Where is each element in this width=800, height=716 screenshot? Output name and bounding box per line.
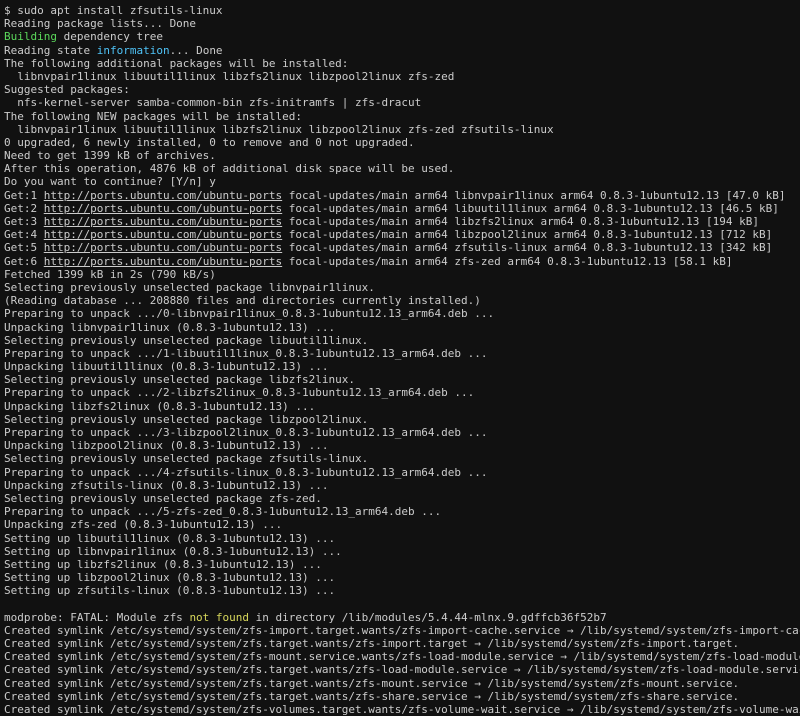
line: 0 upgraded, 6 newly installed, 0 to remo…: [4, 136, 415, 149]
line: Created symlink /etc/systemd/system/zfs-…: [4, 650, 800, 663]
line: Selecting previously unselected package …: [4, 492, 322, 505]
line: libnvpair1linux libuutil1linux libzfs2li…: [4, 123, 554, 136]
line: Get:1: [4, 189, 44, 202]
line: modprobe: FATAL: Module zfs: [4, 611, 189, 624]
url: http://ports.ubuntu.com/ubuntu-ports: [44, 202, 282, 215]
line: The following NEW packages will be insta…: [4, 110, 302, 123]
line: Get:2: [4, 202, 44, 215]
url: http://ports.ubuntu.com/ubuntu-ports: [44, 241, 282, 254]
line: Unpacking zfsutils-linux (0.8.3-1ubuntu1…: [4, 479, 329, 492]
line: The following additional packages will b…: [4, 57, 348, 70]
url: http://ports.ubuntu.com/ubuntu-ports: [44, 189, 282, 202]
line: Selecting previously unselected package …: [4, 281, 375, 294]
line: Preparing to unpack .../3-libzpool2linux…: [4, 426, 487, 439]
line: information: [97, 44, 170, 57]
line: Unpacking libnvpair1linux (0.8.3-1ubuntu…: [4, 321, 335, 334]
line: Setting up libuutil1linux (0.8.3-1ubuntu…: [4, 532, 335, 545]
line: Unpacking zfs-zed (0.8.3-1ubuntu12.13) .…: [4, 518, 282, 531]
line: libnvpair1linux libuutil1linux libzfs2li…: [4, 70, 454, 83]
prompt: $: [4, 4, 11, 17]
line: Created symlink /etc/systemd/system/zfs-…: [4, 703, 800, 716]
line: Setting up zfsutils-linux (0.8.3-1ubuntu…: [4, 584, 335, 597]
line: Setting up libzfs2linux (0.8.3-1ubuntu12…: [4, 558, 322, 571]
line: focal-updates/main arm64 libnvpair1linux…: [282, 189, 785, 202]
line: focal-updates/main arm64 zfsutils-linux …: [282, 241, 772, 254]
line: in directory /lib/modules/5.4.44-mlnx.9.…: [249, 611, 607, 624]
line: not found: [189, 611, 249, 624]
line: Need to get 1399 kB of archives.: [4, 149, 216, 162]
line: Selecting previously unselected package …: [4, 413, 368, 426]
line: Unpacking libuutil1linux (0.8.3-1ubuntu1…: [4, 360, 329, 373]
line: Selecting previously unselected package …: [4, 373, 355, 386]
line: Unpacking libzfs2linux (0.8.3-1ubuntu12.…: [4, 400, 315, 413]
line: Preparing to unpack .../4-zfsutils-linux…: [4, 466, 487, 479]
line: Reading state: [4, 44, 97, 57]
line: focal-updates/main arm64 libuutil1linux …: [282, 202, 779, 215]
line: After this operation, 4876 kB of additio…: [4, 162, 454, 175]
line: focal-updates/main arm64 zfs-zed arm64 0…: [282, 255, 732, 268]
line: Selecting previously unselected package …: [4, 334, 368, 347]
line: focal-updates/main arm64 libzpool2linux …: [282, 228, 772, 241]
line: Created symlink /etc/systemd/system/zfs.…: [4, 663, 800, 676]
command: sudo apt install zfsutils-linux: [17, 4, 222, 17]
line: Setting up libnvpair1linux (0.8.3-1ubunt…: [4, 545, 342, 558]
line: Preparing to unpack .../1-libuutil1linux…: [4, 347, 487, 360]
line: focal-updates/main arm64 libzfs2linux ar…: [282, 215, 759, 228]
line: Get:3: [4, 215, 44, 228]
line: Get:4: [4, 228, 44, 241]
line: Created symlink /etc/systemd/system/zfs.…: [4, 690, 739, 703]
line: Setting up libzpool2linux (0.8.3-1ubuntu…: [4, 571, 335, 584]
line: nfs-kernel-server samba-common-bin zfs-i…: [4, 96, 421, 109]
line: Get:6: [4, 255, 44, 268]
line: Preparing to unpack .../0-libnvpair1linu…: [4, 307, 494, 320]
line: Reading package lists... Done: [4, 17, 196, 30]
line: Created symlink /etc/systemd/system/zfs-…: [4, 624, 800, 637]
line: Created symlink /etc/systemd/system/zfs.…: [4, 677, 739, 690]
line: Building: [4, 30, 57, 43]
line: Preparing to unpack .../5-zfs-zed_0.8.3-…: [4, 505, 441, 518]
line: Get:5: [4, 241, 44, 254]
line: ... Done: [170, 44, 223, 57]
line: dependency tree: [57, 30, 163, 43]
line: Created symlink /etc/systemd/system/zfs.…: [4, 637, 739, 650]
url: http://ports.ubuntu.com/ubuntu-ports: [44, 228, 282, 241]
line: Selecting previously unselected package …: [4, 452, 368, 465]
line: Preparing to unpack .../2-libzfs2linux_0…: [4, 386, 474, 399]
url: http://ports.ubuntu.com/ubuntu-ports: [44, 215, 282, 228]
line: (Reading database ... 208880 files and d…: [4, 294, 481, 307]
line: Fetched 1399 kB in 2s (790 kB/s): [4, 268, 216, 281]
line: Suggested packages:: [4, 83, 130, 96]
terminal[interactable]: $ sudo apt install zfsutils-linux Readin…: [0, 0, 800, 716]
line: Unpacking libzpool2linux (0.8.3-1ubuntu1…: [4, 439, 329, 452]
line: Do you want to continue? [Y/n] y: [4, 175, 216, 188]
url: http://ports.ubuntu.com/ubuntu-ports: [44, 255, 282, 268]
